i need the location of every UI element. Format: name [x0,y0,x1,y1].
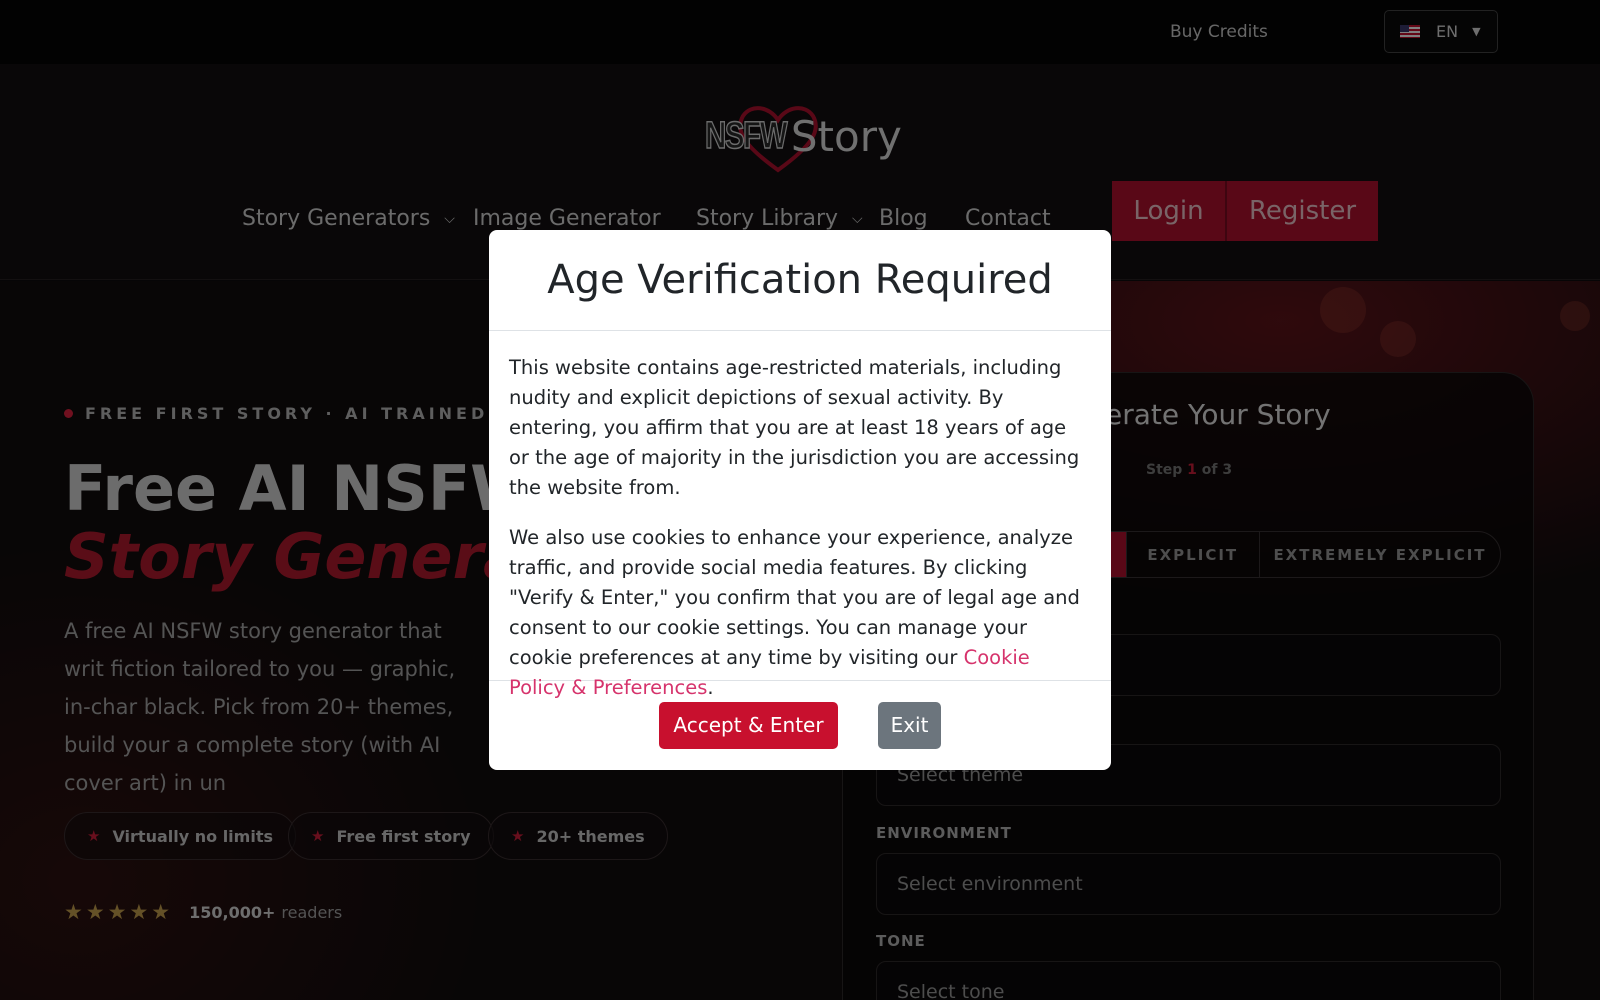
modal-header: Age Verification Required [489,230,1111,331]
exit-button[interactable]: Exit [878,701,941,749]
accept-enter-button[interactable]: Accept & Enter [659,701,838,749]
modal-paragraph-2: We also use cookies to enhance your expe… [509,523,1091,703]
age-verification-modal: Age Verification Required This website c… [489,230,1111,770]
modal-body: This website contains age-restricted mat… [489,331,1111,699]
modal-paragraph-1: This website contains age-restricted mat… [509,356,1080,499]
modal-title: Age Verification Required [547,257,1053,303]
paragraph-2-end: . [707,676,714,699]
